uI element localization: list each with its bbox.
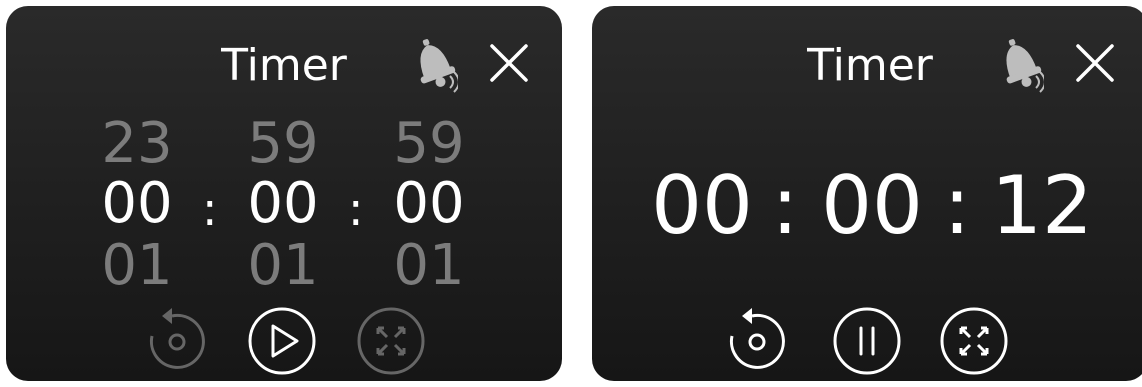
fullscreen-icon[interactable] [356, 306, 426, 376]
title: Timer [807, 40, 933, 91]
seconds-display: 12 [991, 159, 1093, 252]
separator: : [202, 182, 218, 236]
hours-next[interactable]: 01 [87, 238, 187, 294]
seconds-current[interactable]: 00 [379, 176, 479, 232]
minutes-prev[interactable]: 59 [233, 116, 333, 172]
close-icon[interactable] [488, 42, 530, 84]
hours-prev[interactable]: 23 [87, 116, 187, 172]
title: Timer [221, 40, 347, 91]
play-icon[interactable] [247, 306, 317, 376]
pause-icon[interactable] [832, 306, 902, 376]
minutes-next[interactable]: 01 [233, 238, 333, 294]
reset-icon[interactable] [722, 306, 792, 376]
seconds-next[interactable]: 01 [379, 238, 479, 294]
separator: : [943, 159, 971, 252]
timer-panel-setup: Timer 23 00 01 : 59 00 01 : 59 00 01 [6, 6, 562, 381]
bell-icon[interactable] [410, 34, 458, 94]
bell-icon[interactable] [996, 34, 1044, 94]
timer-panel-running: Timer 00 : 00 : 12 [592, 6, 1142, 381]
hours-display: 00 [651, 159, 753, 252]
seconds-prev[interactable]: 59 [379, 116, 479, 172]
close-icon[interactable] [1074, 42, 1116, 84]
separator: : [771, 159, 799, 252]
reset-icon[interactable] [142, 306, 212, 376]
minutes-current[interactable]: 00 [233, 176, 333, 232]
hours-current[interactable]: 00 [87, 176, 187, 232]
separator: : [348, 182, 364, 236]
fullscreen-icon[interactable] [939, 306, 1009, 376]
minutes-display: 00 [821, 159, 923, 252]
